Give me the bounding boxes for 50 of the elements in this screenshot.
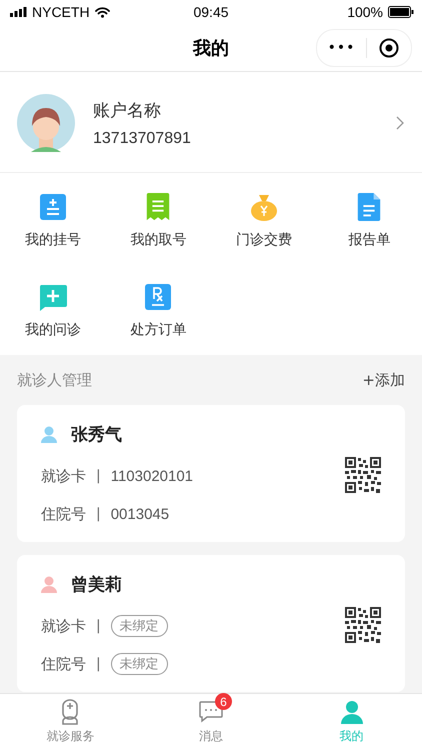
unread-badge: 6: [215, 693, 232, 710]
separator-mark: |: [96, 468, 101, 484]
carrier-name: NYCETH: [32, 4, 90, 20]
field-label: 就诊卡: [41, 466, 86, 486]
menu-item[interactable]: 我的取号: [106, 185, 211, 257]
patient-card[interactable]: 张秀气 就诊卡 | 1103020101 住院号 | 0013045: [17, 405, 405, 542]
money-bag-icon: [250, 193, 278, 221]
more-button[interactable]: •••: [317, 40, 366, 56]
tab-item[interactable]: 就诊服务: [0, 694, 141, 750]
qr-code-icon[interactable]: [345, 606, 381, 642]
menu-item[interactable]: 门诊交费: [211, 185, 316, 257]
plus-message-icon: [38, 285, 67, 311]
field-label: 住院号: [41, 504, 86, 524]
unbound-tag: 未绑定: [110, 653, 168, 675]
menu-item[interactable]: 我的挂号: [0, 185, 106, 257]
register-icon: [38, 193, 67, 221]
add-button[interactable]: +添加: [362, 370, 405, 390]
field-label: 住院号: [41, 654, 86, 674]
wifi-icon: [94, 6, 110, 18]
menu-item[interactable]: 我的问诊: [0, 275, 106, 347]
prescription-icon: [144, 283, 172, 311]
menu-item[interactable]: 处方订单: [106, 275, 211, 347]
person-icon: [340, 700, 364, 724]
patient-name: 曾美莉: [71, 574, 122, 596]
qr-code-icon[interactable]: [345, 456, 381, 492]
close-target-icon[interactable]: [379, 38, 399, 58]
tab-item[interactable]: 6 消息: [140, 694, 282, 750]
unbound-tag: 未绑定: [110, 615, 168, 637]
battery-percent: 100%: [347, 4, 383, 20]
page-title: 我的: [193, 36, 229, 60]
separator-mark: |: [96, 656, 101, 672]
account-name: 账户名称: [93, 100, 162, 122]
avatar-icon: [17, 94, 75, 152]
signal-icon: [10, 7, 27, 17]
phone-number: 13713707891: [93, 130, 192, 148]
status-time: 09:45: [193, 4, 229, 20]
field-value: 0013045: [110, 506, 170, 522]
profile-row[interactable]: 账户名称 13713707891: [0, 72, 422, 173]
patient-card[interactable]: 曾美莉 就诊卡 | 未绑定 住院号 | 未绑定: [17, 555, 405, 692]
field-label: 就诊卡: [41, 616, 86, 636]
section-title: 就诊人管理: [17, 370, 92, 390]
separator-mark: |: [96, 506, 101, 522]
battery-icon: [388, 6, 414, 18]
field-value: 1103020101: [110, 468, 194, 484]
receipt-icon: [146, 193, 170, 221]
patient-name: 张秀气: [71, 424, 122, 446]
document-icon: [357, 193, 382, 221]
chevron-right-icon: [396, 116, 404, 130]
menu-item[interactable]: 报告单: [316, 185, 422, 257]
separator-mark: |: [96, 618, 101, 634]
